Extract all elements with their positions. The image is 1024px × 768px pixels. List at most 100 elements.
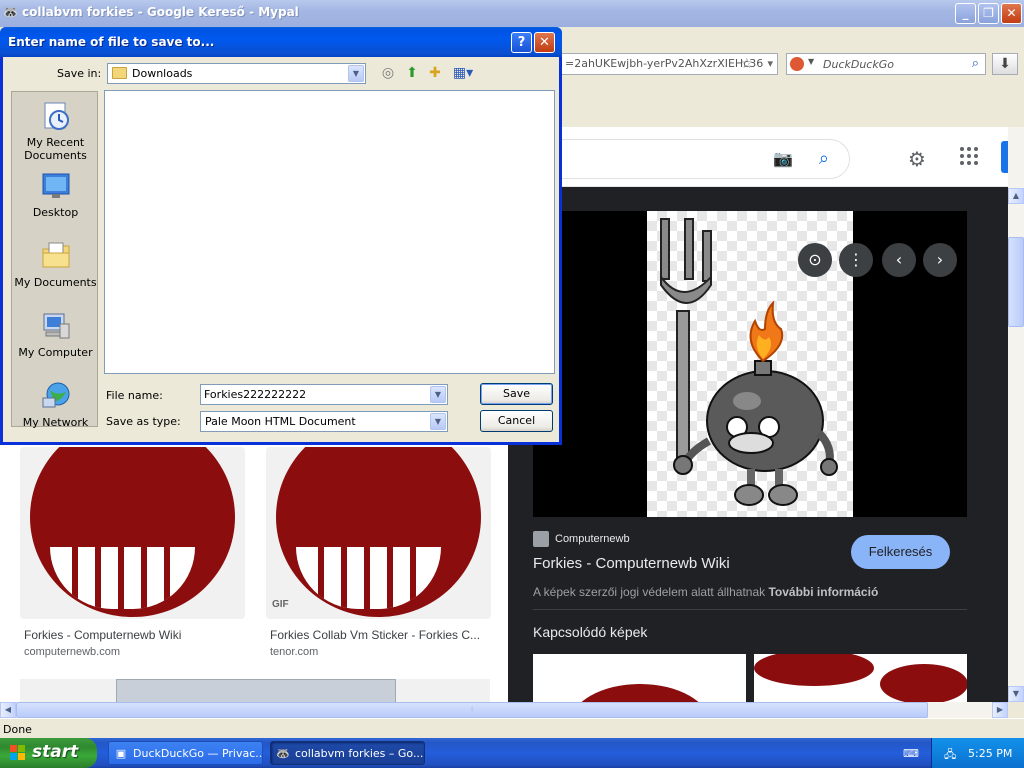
folder-icon	[112, 67, 127, 79]
vertical-scrollbar[interactable]: ▲ ▼	[1008, 127, 1024, 702]
search-icon[interactable]: ⌕	[972, 56, 979, 71]
bookmark-star-icon[interactable]: ☆	[740, 54, 753, 74]
previous-icon[interactable]: ‹	[882, 243, 916, 277]
site-name[interactable]: Computernewb	[555, 533, 630, 545]
result-thumbnail[interactable]	[20, 447, 245, 619]
window-icon: ▣	[115, 747, 127, 760]
save-in-value: Downloads	[132, 67, 193, 80]
browser-title: collabvm forkies - Google Kereső - Mypal	[22, 5, 299, 19]
scroll-left-icon[interactable]: ◀	[0, 702, 16, 718]
image-preview-panel: ⊙ ⋮ ‹ › Computernewb Forkies - Computern…	[508, 187, 1008, 702]
scroll-up-icon[interactable]: ▲	[1008, 188, 1024, 204]
camera-icon[interactable]: 📷	[773, 149, 793, 168]
dialog-titlebar[interactable]: Enter name of file to save to... ? ✕	[0, 27, 562, 57]
preview-image-frame: ⊙ ⋮ ‹ ›	[533, 211, 967, 517]
file-name-input[interactable]	[200, 384, 448, 405]
url-text: =2ahUKEwjbh-yerPv2AhXzrXIEHc36	[565, 57, 764, 70]
start-button[interactable]: start	[0, 738, 97, 768]
status-text: Done	[3, 723, 32, 736]
place-desktop[interactable]: Desktop	[12, 166, 99, 230]
result-source[interactable]: tenor.com	[270, 646, 318, 658]
minimize-button[interactable]: _	[955, 3, 976, 24]
raccoon-icon: 🦝	[3, 5, 18, 19]
downloads-button[interactable]: ⬇	[992, 53, 1018, 75]
dialog-close-button[interactable]: ✕	[534, 32, 555, 53]
cancel-button[interactable]: Cancel	[480, 410, 553, 432]
file-list[interactable]	[104, 90, 555, 374]
place-my-documents[interactable]: My Documents	[12, 236, 99, 300]
dialog-title: Enter name of file to save to...	[8, 35, 215, 49]
search-placeholder: DuckDuckGo	[823, 58, 894, 71]
more-info-link[interactable]: További információ	[768, 585, 878, 599]
chevron-down-icon[interactable]: ▼	[348, 65, 364, 82]
recent-documents-icon	[44, 102, 69, 130]
related-thumbnail[interactable]	[533, 654, 746, 702]
clock[interactable]: 5:25 PM	[968, 747, 1012, 760]
keyboard-icon[interactable]: ⌨	[903, 747, 919, 760]
preview-title[interactable]: Forkies - Computernewb Wiki	[533, 555, 730, 572]
save-as-type-label: Save as type:	[106, 415, 181, 428]
gif-badge: GIF	[272, 599, 289, 610]
place-recent-documents[interactable]: My Recent Documents	[12, 96, 99, 162]
more-options-icon[interactable]: ⋮	[839, 243, 873, 277]
search-bar[interactable]: ▼ DuckDuckGo ⌕	[786, 53, 986, 75]
lens-search-icon[interactable]: ⊙	[798, 243, 832, 277]
close-button[interactable]: ✕	[1001, 3, 1022, 24]
taskbar-item[interactable]: ▣ DuckDuckGo — Privac...	[108, 741, 263, 765]
related-thumbnail[interactable]	[754, 654, 967, 702]
horizontal-scroll-thumb[interactable]: ⦙	[16, 702, 928, 718]
status-bar: Done	[0, 718, 1024, 738]
up-folder-icon[interactable]: ⬆	[403, 64, 421, 82]
browser-titlebar: 🦝 collabvm forkies - Google Kereső - Myp…	[0, 0, 1024, 27]
windows-logo-icon	[10, 745, 26, 761]
place-my-network[interactable]: My Network	[12, 376, 99, 440]
related-heading: Kapcsolódó képek	[533, 624, 648, 640]
view-menu-icon[interactable]: ▦▾	[451, 64, 475, 82]
save-as-type-dropdown[interactable]: Pale Moon HTML Document ▼	[200, 411, 448, 432]
result-caption[interactable]: Forkies Collab Vm Sticker - Forkies C...	[270, 628, 480, 642]
place-my-computer[interactable]: My Computer	[12, 306, 99, 370]
result-caption[interactable]: Forkies - Computernewb Wiki	[24, 628, 181, 642]
engine-dropdown-icon[interactable]: ▼	[808, 57, 814, 66]
divider	[533, 609, 967, 610]
scroll-down-icon[interactable]: ▼	[1008, 686, 1024, 702]
gear-icon[interactable]: ⚙	[908, 147, 926, 171]
back-icon[interactable]: ◎	[379, 64, 397, 82]
help-button[interactable]: ?	[511, 32, 532, 53]
save-button[interactable]: Save	[480, 383, 553, 405]
network-icon[interactable]: 🖧	[944, 746, 960, 761]
next-icon[interactable]: ›	[923, 243, 957, 277]
result-thumbnail[interactable]: GIF	[266, 447, 491, 619]
new-folder-icon[interactable]: ✚	[426, 64, 444, 82]
scroll-right-icon[interactable]: ▶	[992, 702, 1008, 718]
system-tray: 🖧 5:25 PM	[931, 738, 1024, 768]
profile-button[interactable]	[1001, 141, 1008, 173]
url-bar[interactable]: =2ahUKEwjbh-yerPv2AhXzrXIEHc36 ☆ ▾	[540, 53, 778, 75]
vertical-scroll-thumb[interactable]	[1008, 237, 1024, 327]
url-dropdown-icon[interactable]: ▾	[767, 54, 773, 74]
chevron-down-icon[interactable]: ▼	[430, 413, 446, 430]
my-computer-icon	[43, 313, 70, 339]
duckduckgo-icon[interactable]	[790, 57, 804, 71]
save-file-dialog: Enter name of file to save to... ? ✕ Sav…	[0, 27, 562, 445]
desktop-icon	[42, 173, 70, 198]
result-source[interactable]: computernewb.com	[24, 646, 120, 658]
save-in-label: Save in:	[57, 67, 102, 80]
taskbar-item[interactable]: 🦝 collabvm forkies – Go...	[270, 741, 425, 765]
google-search-icon[interactable]: ⌕	[819, 148, 829, 169]
visit-button[interactable]: Felkeresés	[851, 535, 950, 569]
maximize-button[interactable]: ❐	[978, 3, 999, 24]
copyright-notice: A képek szerzői jogi védelem alatt állha…	[533, 585, 879, 599]
site-favicon-icon	[533, 531, 549, 547]
file-name-dropdown-icon[interactable]: ▼	[430, 386, 446, 403]
my-network-icon	[42, 382, 70, 408]
apps-grid-icon[interactable]	[960, 147, 978, 165]
places-bar: My Recent Documents Desktop My Documents	[11, 91, 99, 429]
result-thumbnail-partial[interactable]	[20, 679, 490, 702]
file-name-label: File name:	[106, 389, 163, 402]
save-as-type-value: Pale Moon HTML Document	[205, 415, 356, 428]
my-documents-icon	[42, 242, 70, 268]
raccoon-icon: 🦝	[276, 747, 290, 760]
horizontal-scrollbar[interactable]: ◀ ⦙ ▶	[0, 702, 1008, 718]
save-in-dropdown[interactable]: Downloads ▼	[107, 63, 366, 84]
